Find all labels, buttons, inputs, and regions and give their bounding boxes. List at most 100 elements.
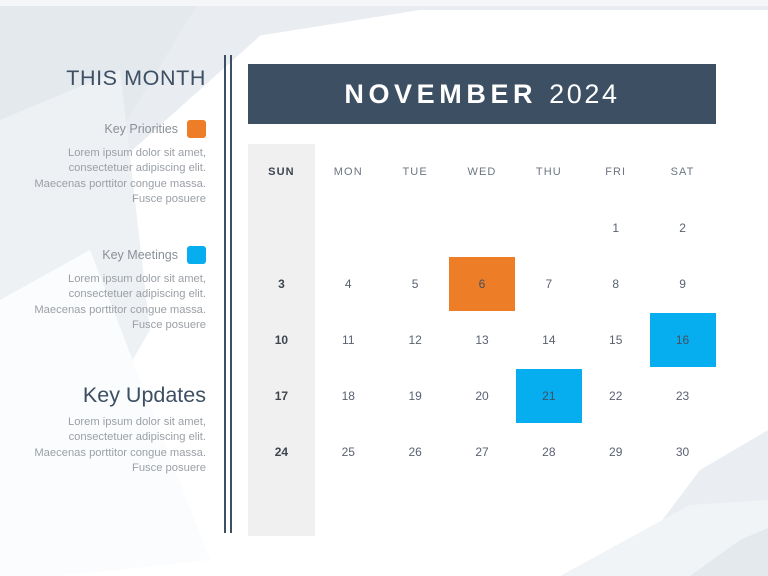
calendar-slide: THIS MONTH Key Priorities Lorem ipsum do… xyxy=(0,0,768,576)
calendar-empty-cell xyxy=(515,200,582,256)
legend-header: Key Priorities xyxy=(16,119,206,139)
calendar-day-cell[interactable]: 4 xyxy=(315,256,382,312)
calendar-day-number: 17 xyxy=(274,389,289,403)
calendar-day-cell[interactable]: 13 xyxy=(449,312,516,368)
calendar-day-number: 11 xyxy=(342,333,355,347)
calendar-empty-cell xyxy=(315,480,382,536)
calendar-day-cell[interactable]: 1 xyxy=(582,200,649,256)
calendar-day-cell[interactable]: 24 xyxy=(248,424,315,480)
calendar-day-number: 24 xyxy=(274,445,289,459)
calendar-day-number: 10 xyxy=(274,333,289,347)
calendar-day-number: 20 xyxy=(475,389,489,403)
calendar-day-cell[interactable]: 30 xyxy=(649,424,716,480)
calendar-day-number: 23 xyxy=(675,389,690,403)
calendar-day-number: 15 xyxy=(609,333,623,347)
sidebar-heading: THIS MONTH xyxy=(66,66,206,90)
calendar-day-cell[interactable]: 15 xyxy=(582,312,649,368)
calendar-dayname-fri: FRI xyxy=(605,166,627,178)
calendar-day-cell[interactable]: 3 xyxy=(248,256,315,312)
calendar-day-number: 7 xyxy=(545,277,553,291)
calendar-year-label: 2024 xyxy=(549,78,620,109)
vertical-divider xyxy=(224,55,233,533)
calendar-day-cell[interactable]: 2 xyxy=(649,200,716,256)
calendar-month-label: NOVEMBER xyxy=(344,78,538,109)
calendar-empty-cell xyxy=(315,200,382,256)
calendar-day-cell[interactable]: 29 xyxy=(582,424,649,480)
calendar-day-cell[interactable]: 22 xyxy=(582,368,649,424)
calendar-day-number: 3 xyxy=(278,277,285,291)
key-updates-title: Key Updates xyxy=(82,383,206,407)
calendar-day-cell[interactable]: 14 xyxy=(515,312,582,368)
calendar-day-number: 5 xyxy=(411,277,419,291)
calendar-day-cell[interactable]: 20 xyxy=(449,368,516,424)
calendar-empty-cell xyxy=(248,200,315,256)
calendar-dayname-mon: MON xyxy=(333,166,363,178)
calendar-day-cell[interactable]: 19 xyxy=(382,368,449,424)
calendar-day-cell[interactable]: 28 xyxy=(515,424,582,480)
calendar-day-cell[interactable]: 11 xyxy=(315,312,382,368)
legend-block-key-priorities: Key Priorities Lorem ipsum dolor sit ame… xyxy=(16,119,206,208)
legend-body-key-meetings: Lorem ipsum dolor sit amet, consectetuer… xyxy=(34,273,206,332)
divider-line-2 xyxy=(230,55,232,533)
calendar-day-number: 22 xyxy=(609,389,623,403)
calendar-day-number: 2 xyxy=(679,221,686,235)
calendar-day-cell[interactable]: 17 xyxy=(248,368,315,424)
calendar-day-cell[interactable]: 8 xyxy=(582,256,649,312)
calendar-day-cell[interactable]: 26 xyxy=(382,424,449,480)
calendar-day-number: 19 xyxy=(408,389,422,403)
calendar-day-number: 14 xyxy=(542,333,556,347)
calendar-day-number: 29 xyxy=(609,445,623,459)
calendar-empty-cell xyxy=(382,480,449,536)
calendar-day-number: 18 xyxy=(341,389,355,403)
calendar-day-number: 4 xyxy=(344,277,352,291)
calendar-day-number: 9 xyxy=(679,277,686,291)
calendar-day-cell[interactable]: 6 xyxy=(448,256,516,312)
calendar-day-cell[interactable]: 25 xyxy=(315,424,382,480)
calendar-empty-cell xyxy=(582,480,649,536)
calendar-day-cell[interactable]: 27 xyxy=(449,424,516,480)
calendar-day-number: 13 xyxy=(475,333,489,347)
calendar-empty-cell xyxy=(515,480,582,536)
calendar-day-number: 27 xyxy=(475,445,489,459)
calendar-day-cell[interactable]: 10 xyxy=(248,312,315,368)
key-updates-body: Lorem ipsum dolor sit amet, consectetuer… xyxy=(34,416,206,475)
calendar-dayname-wed: WED xyxy=(467,166,497,178)
calendar-day-cell[interactable]: 16 xyxy=(649,312,716,368)
calendar-day-number: 16 xyxy=(675,333,690,347)
calendar-day-cell[interactable]: 7 xyxy=(515,256,582,312)
calendar-day-number: 8 xyxy=(612,277,620,291)
calendar-day-cell[interactable]: 21 xyxy=(515,368,582,424)
calendar-day-cell[interactable]: 9 xyxy=(649,256,716,312)
calendar-empty-cell xyxy=(248,480,315,536)
calendar-day-number: 1 xyxy=(612,221,620,235)
calendar-day-cell[interactable]: 23 xyxy=(649,368,716,424)
calendar-dayname-thu: THU xyxy=(535,166,562,178)
calendar-day-number: 26 xyxy=(408,445,422,459)
calendar-day-cell[interactable]: 12 xyxy=(382,312,449,368)
calendar-day-number: 25 xyxy=(341,445,355,459)
calendar-day-number: 30 xyxy=(675,445,690,459)
calendar-day-number: 12 xyxy=(408,333,422,347)
calendar-dayname-tue: TUE xyxy=(402,166,428,178)
legend-body-key-priorities: Lorem ipsum dolor sit amet, consectetuer… xyxy=(34,147,206,206)
calendar-empty-cell xyxy=(382,200,449,256)
calendar-grid: SUN MON TUE WED THU FRI SAT 1 2 3 4 5 6 7 8 9 10 11 12 13 14… xyxy=(248,144,716,536)
sidebar: THIS MONTH Key Priorities Lorem ipsum do… xyxy=(0,0,220,576)
divider-line-1 xyxy=(224,55,226,533)
legend-block-key-meetings: Key Meetings Lorem ipsum dolor sit amet,… xyxy=(16,245,206,334)
legend-swatch-orange-icon xyxy=(187,120,206,138)
calendar-day-number: 28 xyxy=(542,445,556,459)
calendar-day-number: 21 xyxy=(542,389,556,403)
legend-swatch-blue-icon xyxy=(187,246,206,264)
calendar-dayname-sun: SUN xyxy=(248,144,315,200)
calendar-dayname-sat: SAT xyxy=(670,166,695,178)
calendar-empty-cell xyxy=(649,480,716,536)
calendar-empty-cell xyxy=(449,200,516,256)
calendar: NOVEMBER 2024 SUN MON TUE WED THU FRI SAT 1 2 3 4 5… xyxy=(248,64,716,536)
legend-header: Key Meetings xyxy=(16,245,206,265)
calendar-day-number: 6 xyxy=(478,277,486,291)
legend-title-key-meetings: Key Meetings xyxy=(102,248,178,262)
calendar-day-cell[interactable]: 5 xyxy=(382,256,449,312)
calendar-day-cell[interactable]: 18 xyxy=(315,368,382,424)
calendar-header: NOVEMBER 2024 xyxy=(248,64,716,124)
